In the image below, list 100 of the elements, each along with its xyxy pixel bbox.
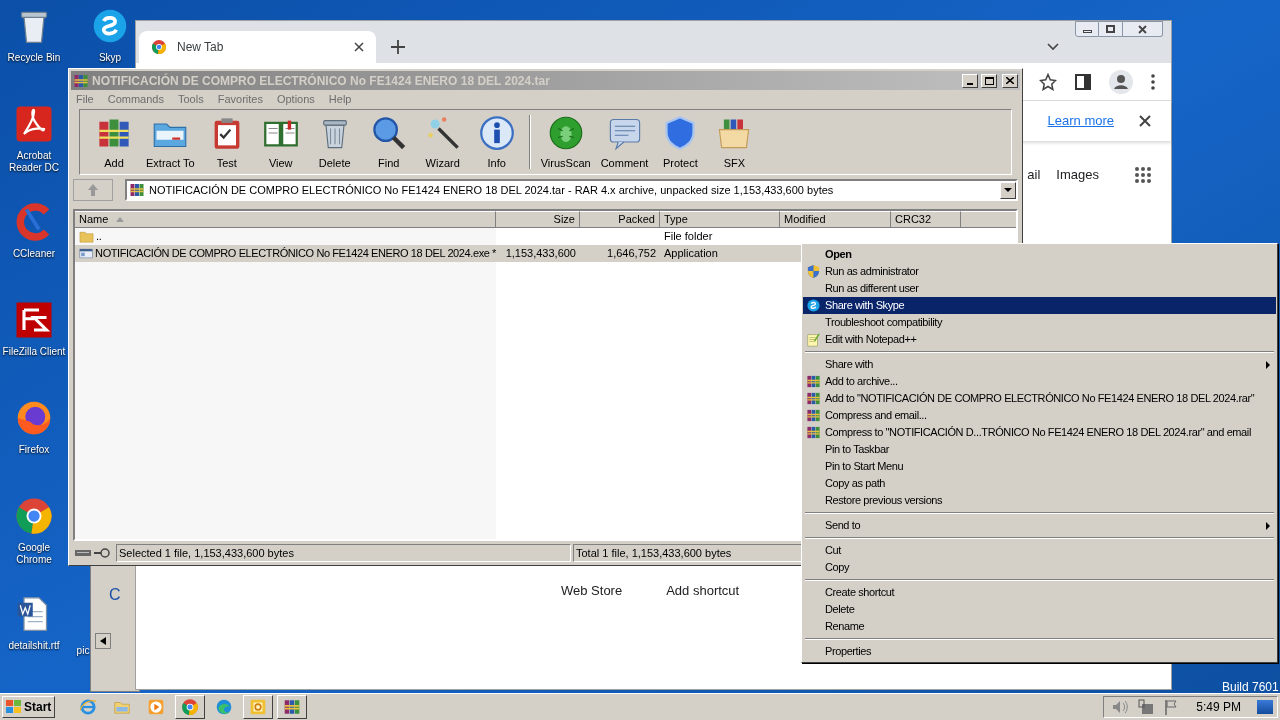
status-text: Selected 1 file, 1,153,433,600 bytes: [116, 544, 571, 562]
taskbar-app-button[interactable]: [277, 695, 308, 719]
learn-more-link[interactable]: Learn more: [1047, 111, 1114, 131]
close-icon[interactable]: [354, 42, 364, 52]
toolbar-button[interactable]: Add: [88, 113, 140, 171]
column-header[interactable]: Size: [496, 211, 580, 228]
side-panel-icon[interactable]: [1075, 73, 1091, 90]
context-menu-item[interactable]: Restore previous versions: [803, 492, 1276, 509]
network-icon[interactable]: [1138, 699, 1155, 715]
context-menu-item[interactable]: Pin to Taskbar: [803, 441, 1276, 458]
toolbar-button[interactable]: Delete: [308, 113, 361, 171]
globe-icon: [79, 698, 98, 716]
toolbar-button[interactable]: Find: [362, 113, 415, 171]
desktop-icon[interactable]: Skyp: [88, 6, 132, 64]
path-combobox[interactable]: NOTIFICACIÓN DE COMPRO ELECTRÓNICO No FE1424 ENERO 18 DEL 2024.tar - RAR 4.x archive, unpacked size 1,153,433,600 bytes: [125, 179, 1018, 201]
flag-icon[interactable]: [1164, 699, 1179, 715]
submenu-arrow-icon: [1266, 360, 1270, 369]
column-header[interactable]: Name: [75, 211, 496, 228]
more-menu-icon[interactable]: [1151, 73, 1155, 90]
file-row-name[interactable]: ..: [75, 228, 496, 245]
column-header[interactable]: Packed: [580, 211, 660, 228]
browser-logo-icon: [151, 39, 167, 55]
column-header[interactable]: CRC32: [891, 211, 961, 228]
toolbar-button[interactable]: Info: [470, 113, 523, 171]
context-menu-item[interactable]: Add to archive...: [803, 373, 1276, 390]
browser-logo-icon: [14, 496, 54, 536]
context-menu-item[interactable]: Troubleshoot compatibility: [803, 314, 1276, 331]
key-icon: [94, 548, 110, 558]
shortcut-label[interactable]: Add shortcut: [666, 580, 740, 600]
desktop-icon[interactable]: detailshit.rtf: [1, 594, 67, 652]
bug-icon: [547, 114, 584, 151]
magnifier-icon: [370, 114, 407, 151]
maximize-button[interactable]: [1099, 21, 1123, 37]
toolbar-button[interactable]: Test: [200, 113, 253, 171]
menu-item[interactable]: Tools: [178, 91, 204, 108]
toolbar-button[interactable]: Wizard: [416, 113, 469, 171]
toolbar-button[interactable]: SFX: [708, 113, 761, 171]
close-icon: [1006, 77, 1014, 84]
context-menu-item[interactable]: Run as administrator: [803, 263, 1276, 280]
taskbar-app-button[interactable]: [175, 695, 206, 719]
context-menu-item[interactable]: Copy as path: [803, 475, 1276, 492]
books-icon: [806, 391, 821, 406]
toolbar-button[interactable]: VirusScan: [536, 113, 595, 171]
context-menu-item[interactable]: Properties: [803, 643, 1276, 660]
column-header[interactable]: Modified: [780, 211, 891, 228]
browser-tab[interactable]: New Tab: [139, 31, 376, 63]
books-icon: [283, 698, 302, 716]
context-menu-item[interactable]: Compress to "NOTIFICACIÓN D...TRÓNICO No FE1424 ENERO 18 DEL 2024.rar" and email: [803, 424, 1276, 441]
desktop-icon[interactable]: CCleaner: [1, 202, 67, 260]
start-button[interactable]: Start: [2, 696, 56, 718]
header-link[interactable]: Images: [1056, 165, 1099, 185]
star-icon[interactable]: [1039, 72, 1057, 91]
apps-grid-icon[interactable]: [1135, 166, 1151, 183]
context-menu-item[interactable]: Share with Skype: [803, 297, 1276, 314]
arrow-left-icon: [100, 637, 106, 645]
header-link[interactable]: ail: [1027, 165, 1041, 185]
profile-icon[interactable]: [1109, 69, 1133, 94]
menu-item[interactable]: Favorites: [217, 91, 263, 108]
table-cell: 1,646,752: [580, 245, 660, 262]
desktop-icon[interactable]: Recycle Bin: [1, 6, 67, 64]
table-cell-text: File folder: [663, 229, 714, 244]
context-menu-item[interactable]: Delete: [803, 601, 1276, 618]
menu-item[interactable]: Commands: [107, 91, 164, 108]
desktop-icon[interactable]: pic: [75, 645, 91, 657]
toolbar-button[interactable]: Protect: [654, 113, 707, 171]
close-button[interactable]: [1123, 21, 1163, 37]
chevron-down-icon[interactable]: [1047, 43, 1059, 51]
books-icon: [806, 374, 821, 389]
desktop-icon[interactable]: Acrobat Reader DC: [1, 104, 67, 174]
close-icon[interactable]: [1139, 115, 1151, 127]
desktop-icon[interactable]: FileZilla Client: [1, 300, 67, 358]
toolbar-button[interactable]: Extract To: [142, 113, 199, 171]
context-menu-item[interactable]: Share with: [803, 356, 1276, 373]
context-menu-item[interactable]: Compress and email...: [803, 407, 1276, 424]
context-menu-item[interactable]: Create shortcut: [803, 584, 1276, 601]
context-menu-item[interactable]: Open: [803, 246, 1276, 263]
context-menu-item[interactable]: Edit with Notepad++: [803, 331, 1276, 348]
minimize-button[interactable]: [1075, 21, 1099, 37]
context-menu-item[interactable]: Pin to Start Menu: [803, 458, 1276, 475]
menu-item[interactable]: Options: [276, 91, 315, 108]
dropdown-arrow-icon: [1004, 188, 1012, 192]
context-menu-item[interactable]: Run as different user: [803, 280, 1276, 297]
wave-logo-icon: [215, 698, 234, 716]
clock-text: 5:49 PM: [1196, 699, 1241, 716]
toolbar-button[interactable]: Comment: [596, 113, 653, 171]
desktop-icon[interactable]: Google Chrome: [1, 496, 67, 566]
context-menu-item[interactable]: Copy: [803, 559, 1276, 576]
desktop-icon[interactable]: Firefox: [1, 398, 67, 456]
taskbar-app-button[interactable]: [243, 695, 274, 719]
new-tab-icon[interactable]: [391, 40, 405, 54]
toolbar-button[interactable]: View: [254, 113, 307, 171]
browser-logo-icon: [181, 698, 200, 716]
column-header[interactable]: Type: [660, 211, 780, 228]
app-logo-icon: [14, 104, 54, 144]
scroll-left-button[interactable]: [95, 633, 111, 649]
context-menu-item[interactable]: Rename: [803, 618, 1276, 635]
shortcut-label[interactable]: Web Store: [561, 580, 623, 600]
context-menu-item[interactable]: Send to: [803, 517, 1276, 534]
context-menu-item[interactable]: Add to "NOTIFICACIÓN DE COMPRO ELECTRÓNICO No FE1424 ENERO 18 DEL 2024.rar": [803, 390, 1276, 407]
file-row-name[interactable]: NOTIFICACIÓN DE COMPRO ELECTRÓNICO No FE1424 ENERO 18 DEL 2024.exe *: [75, 245, 496, 262]
